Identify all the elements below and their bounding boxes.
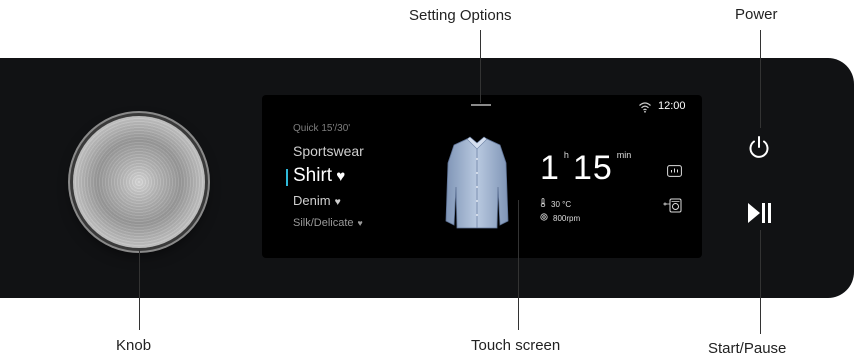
stats-icon[interactable] [667, 165, 682, 177]
touch-screen-leader [518, 200, 520, 330]
program-label: Denim [293, 193, 331, 208]
wifi-icon [639, 102, 651, 113]
program-item-selected[interactable]: Shirt ♥ [293, 165, 345, 187]
start-pause-leader [760, 230, 762, 334]
temperature-row[interactable]: 30 °C [540, 198, 571, 209]
time-minutes: 15 [572, 149, 613, 187]
setting-options-handle[interactable] [471, 104, 491, 106]
time-hours-unit: h [563, 150, 569, 160]
heart-icon[interactable]: ♥ [358, 218, 363, 228]
program-item[interactable]: Silk/Delicate ♥ [293, 217, 363, 229]
program-label: Silk/Delicate [293, 217, 354, 229]
power-label: Power [735, 6, 778, 23]
spin-value: 800rpm [553, 214, 581, 223]
shirt-image [445, 136, 509, 229]
program-label: Quick 15'/30' [293, 123, 351, 134]
program-item[interactable]: Quick 15'/30' [293, 123, 350, 134]
selection-indicator [286, 169, 288, 186]
heart-icon[interactable]: ♥ [336, 168, 345, 185]
drum-settings-icon[interactable] [663, 198, 683, 214]
heart-icon[interactable]: ♥ [335, 197, 341, 208]
knob-leader [139, 250, 141, 330]
remaining-time: 1 h 15 min [540, 149, 635, 188]
setting-options-leader [480, 30, 482, 103]
spin-row[interactable]: 800rpm [540, 213, 580, 223]
start-pause-label: Start/Pause [708, 340, 787, 357]
temperature-value: 30 °C [551, 200, 572, 209]
program-item[interactable]: Denim ♥ [293, 193, 341, 208]
start-pause-icon[interactable] [747, 202, 773, 224]
clock: 12:00 [658, 100, 686, 112]
setting-options-label: Setting Options [409, 7, 512, 24]
spin-icon [540, 213, 548, 221]
time-minutes-unit: min [616, 150, 632, 160]
touch-screen-label: Touch screen [471, 337, 561, 354]
knob-label: Knob [116, 337, 152, 354]
touch-screen[interactable]: 12:00 Quick 15'/30' Sportswear Shirt ♥ De… [262, 95, 702, 258]
program-label: Shirt [293, 165, 333, 186]
time-hours: 1 [540, 149, 560, 187]
program-label: Sportswear [293, 143, 364, 159]
program-item[interactable]: Sportswear [293, 143, 364, 159]
power-leader [760, 30, 762, 128]
knob[interactable] [73, 116, 205, 248]
temperature-icon [540, 198, 546, 207]
power-icon[interactable] [746, 134, 772, 160]
